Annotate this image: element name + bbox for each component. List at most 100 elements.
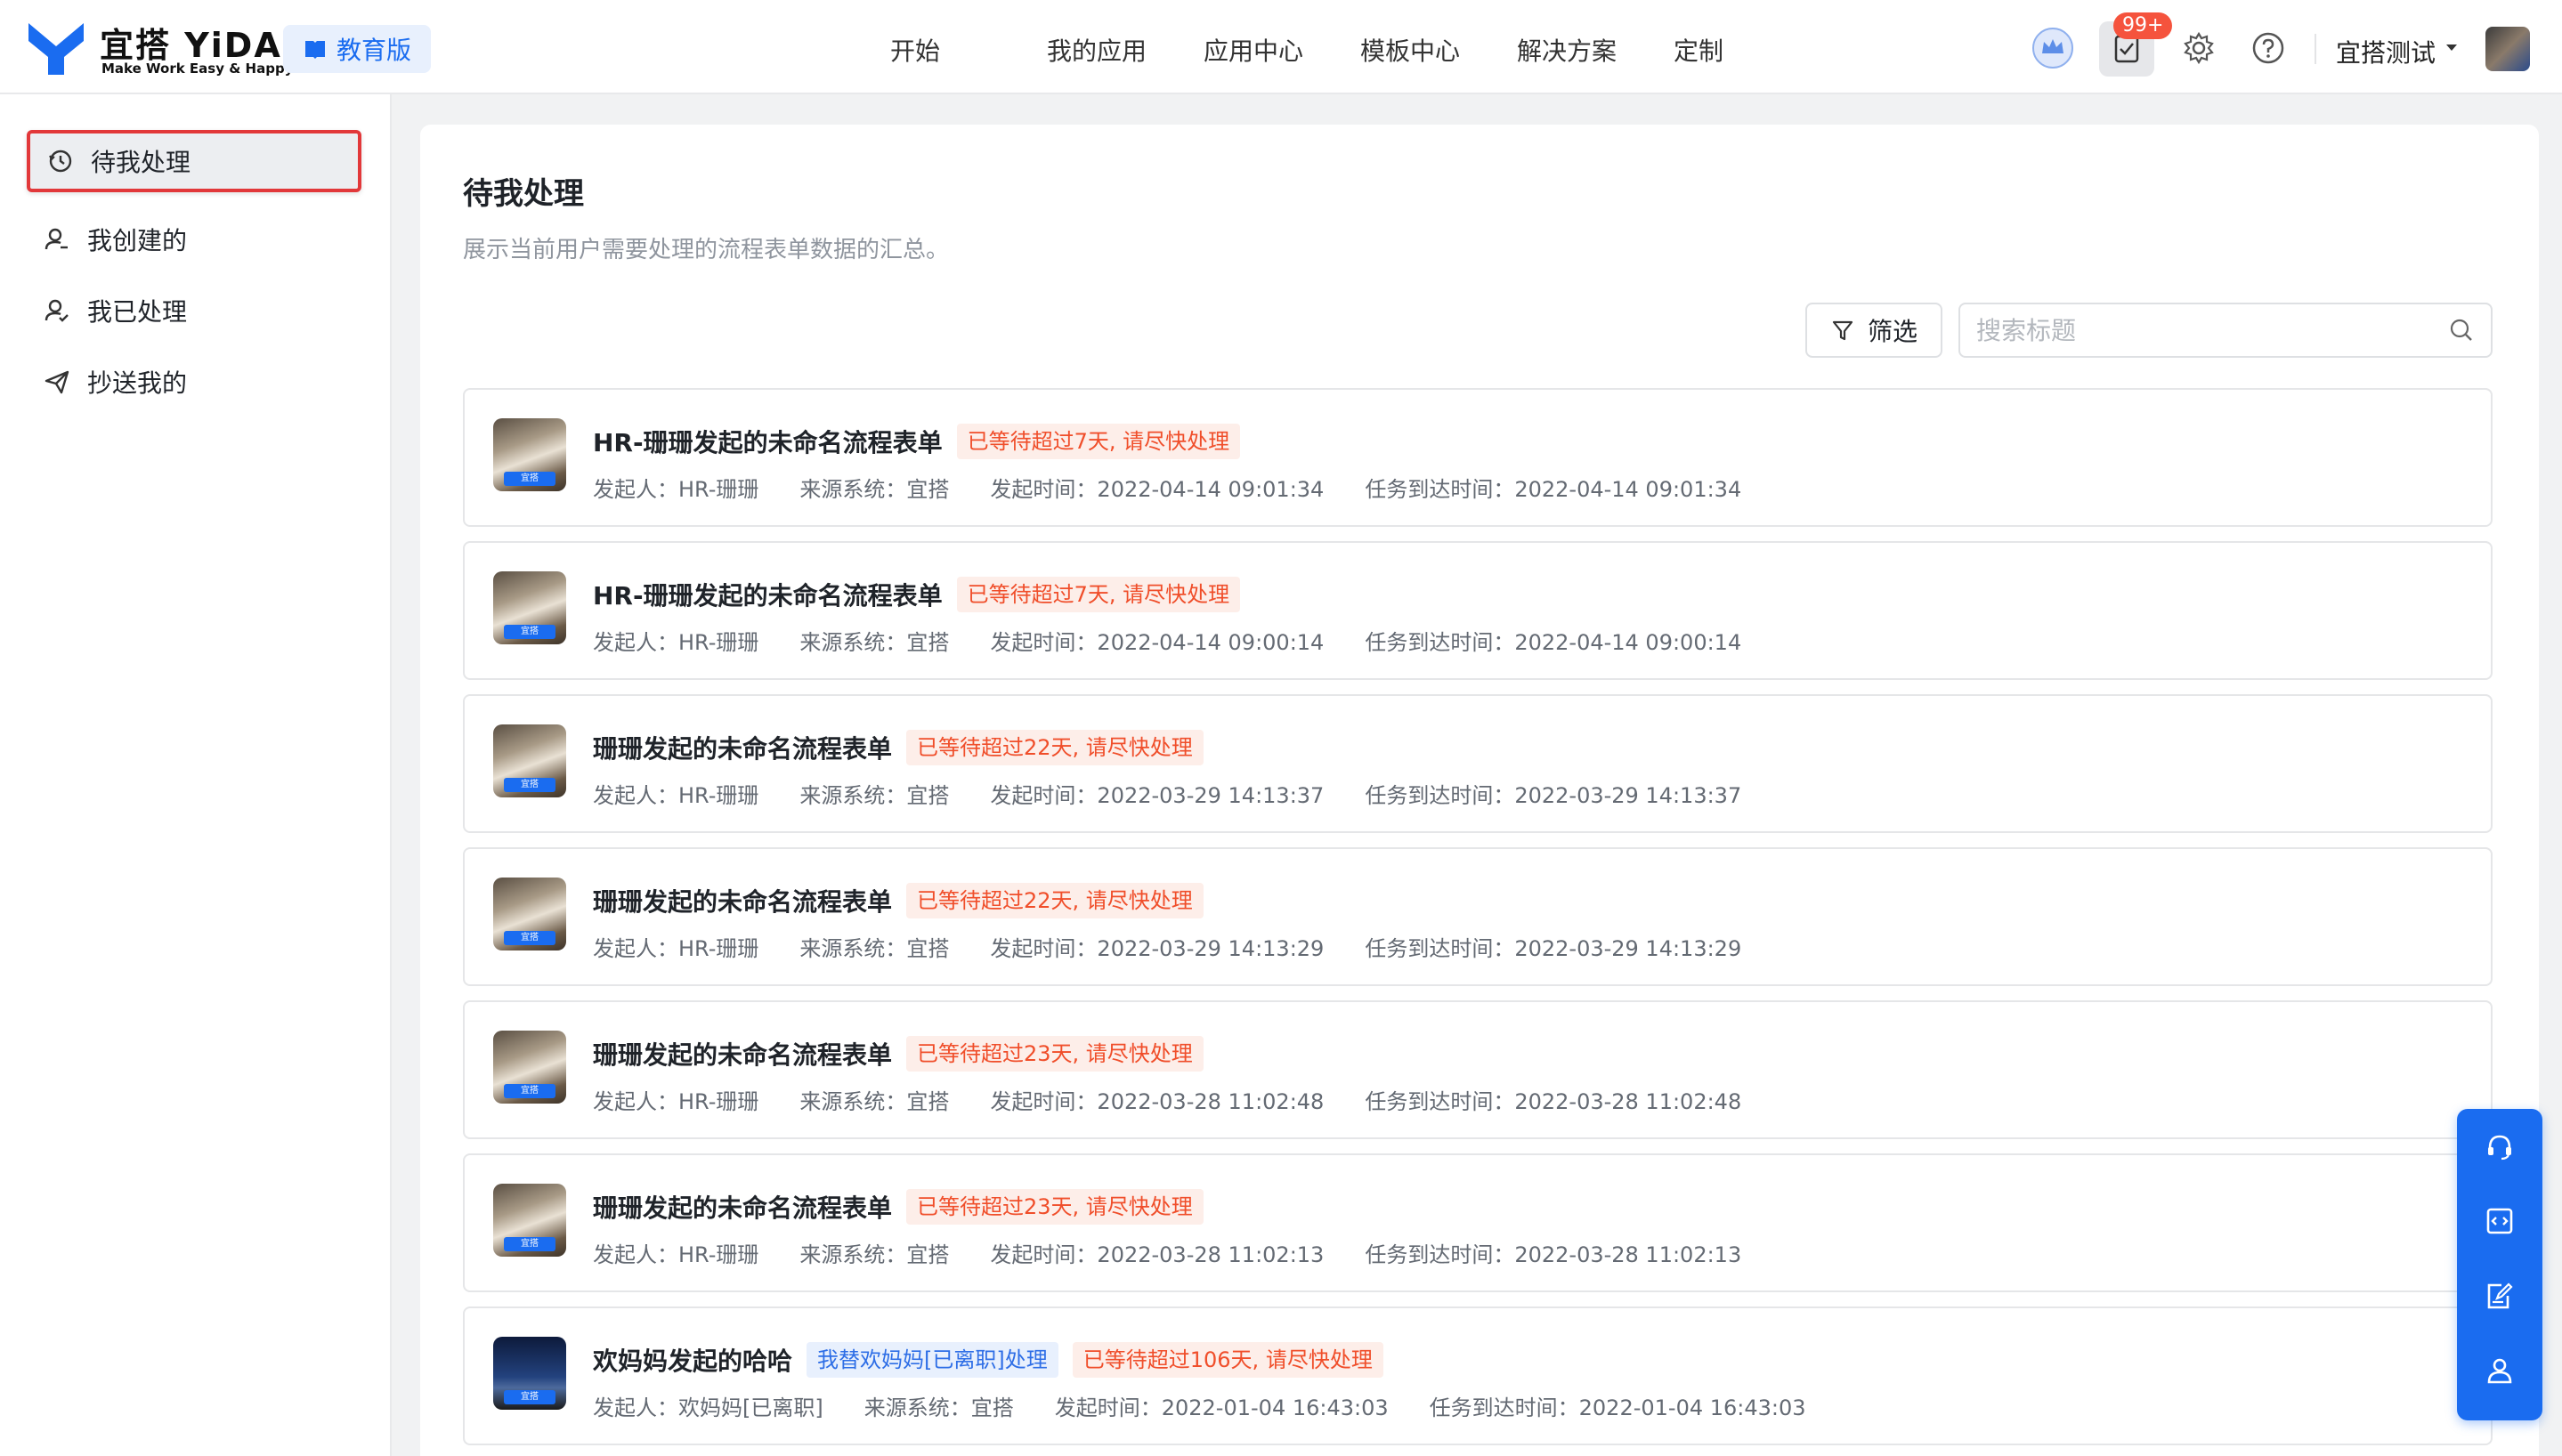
task-row[interactable]: 宜搭 珊珊发起的未命名流程表单 已等待超过22天, 请尽快处理 发起人：HR-珊… — [463, 847, 2493, 986]
task-start-time: 发起时间：2022-01-04 16:43:03 — [1054, 1395, 1389, 1420]
status-badge: 已等待超过23天, 请尽快处理 — [906, 1036, 1204, 1072]
task-row[interactable]: 宜搭 珊珊发起的未命名流程表单 已等待超过23天, 请尽快处理 发起人：HR-珊… — [463, 1153, 2493, 1292]
search-icon[interactable] — [2448, 317, 2475, 344]
task-row[interactable]: 宜搭 珊珊发起的未命名流程表单 已等待超过22天, 请尽快处理 发起人：HR-珊… — [463, 694, 2493, 833]
task-count-badge: 99+ — [2113, 12, 2173, 39]
nav-item-my-apps[interactable]: 我的应用 — [1047, 32, 1204, 68]
avatar: 宜搭 — [493, 1031, 566, 1104]
avatar: 宜搭 — [493, 418, 566, 491]
sidebar-item-cc[interactable]: 抄送我的 — [27, 351, 361, 413]
task-arrive-time: 任务到达时间：2022-03-28 11:02:48 — [1365, 1089, 1742, 1114]
task-initiator: 发起人：HR-珊珊 — [593, 477, 759, 502]
task-start-time: 发起时间：2022-03-28 11:02:48 — [990, 1089, 1325, 1114]
task-arrive-time: 任务到达时间：2022-04-14 09:01:34 — [1365, 477, 1742, 502]
divider — [2315, 34, 2316, 64]
task-row[interactable]: 宜搭 HR-珊珊发起的未命名流程表单 已等待超过7天, 请尽快处理 发起人：HR… — [463, 388, 2493, 527]
filter-button[interactable]: 筛选 — [1805, 303, 1942, 358]
avatar: 宜搭 — [493, 1337, 566, 1410]
sidebar-item-processed[interactable]: 我已处理 — [27, 279, 361, 342]
user-add-icon — [45, 228, 68, 250]
main-panel: 待我处理 展示当前用户需要处理的流程表单数据的汇总。 筛选 宜搭 HR-珊珊发起… — [420, 125, 2539, 1456]
task-title[interactable]: HR-珊珊发起的未命名流程表单 已等待超过7天, 请尽快处理 — [593, 424, 1241, 459]
code-icon[interactable] — [2478, 1200, 2521, 1242]
chevron-down-icon[interactable] — [2446, 44, 2457, 51]
nav-item-app-center[interactable]: 应用中心 — [1204, 32, 1360, 68]
task-meta: 发起人：HR-珊珊 来源系统：宜搭 发起时间：2022-03-29 14:13:37… — [593, 778, 1782, 809]
filter-label: 筛选 — [1867, 317, 1917, 346]
task-title[interactable]: 珊珊发起的未命名流程表单 已等待超过22天, 请尽快处理 — [593, 883, 1204, 918]
task-title-text: HR-珊珊发起的未命名流程表单 — [593, 581, 943, 611]
task-source: 来源系统：宜搭 — [863, 1395, 1014, 1420]
task-start-time: 发起时间：2022-03-29 14:13:29 — [990, 936, 1325, 961]
book-icon — [305, 41, 325, 59]
task-initiator: 发起人：HR-珊珊 — [593, 630, 759, 655]
task-source: 来源系统：宜搭 — [799, 936, 950, 961]
proxy-badge: 我替欢妈妈[已离职]处理 — [807, 1342, 1058, 1378]
status-badge: 已等待超过7天, 请尽快处理 — [956, 577, 1241, 612]
task-meta: 发起人：HR-珊珊 来源系统：宜搭 发起时间：2022-04-14 09:01:34… — [593, 472, 1782, 503]
sidebar-item-pending[interactable]: 待我处理 — [27, 130, 361, 192]
brand-slogan: Make Work Easy & Happy — [101, 61, 294, 77]
task-title-text: HR-珊珊发起的未命名流程表单 — [593, 428, 943, 457]
status-badge: 已等待超过22天, 请尽快处理 — [906, 730, 1204, 765]
task-arrive-time: 任务到达时间：2022-03-29 14:13:29 — [1365, 936, 1742, 961]
task-initiator: 发起人：HR-珊珊 — [593, 1242, 759, 1267]
task-initiator: 发起人：HR-珊珊 — [593, 936, 759, 961]
task-title[interactable]: 珊珊发起的未命名流程表单 已等待超过23天, 请尽快处理 — [593, 1036, 1204, 1072]
sidebar: 待我处理 我创建的 我已处理 抄送我的 — [0, 94, 392, 1456]
task-row[interactable]: 宜搭 欢妈妈发起的哈哈 我替欢妈妈[已离职]处理 已等待超过106天, 请尽快处… — [463, 1306, 2493, 1445]
gear-icon[interactable] — [2176, 25, 2222, 71]
task-arrive-time: 任务到达时间：2022-03-29 14:13:37 — [1365, 783, 1742, 808]
headset-icon[interactable] — [2478, 1125, 2521, 1168]
status-badge: 已等待超过22天, 请尽快处理 — [906, 883, 1204, 918]
task-arrive-time: 任务到达时间：2022-03-28 11:02:13 — [1365, 1242, 1742, 1267]
task-meta: 发起人：欢妈妈[已离职] 来源系统：宜搭 发起时间：2022-01-04 16:43… — [593, 1390, 1847, 1421]
sidebar-item-label: 我已处理 — [87, 297, 188, 327]
task-list: 宜搭 HR-珊珊发起的未命名流程表单 已等待超过7天, 请尽快处理 发起人：HR… — [463, 388, 2493, 1456]
task-title[interactable]: HR-珊珊发起的未命名流程表单 已等待超过7天, 请尽快处理 — [593, 577, 1241, 612]
avatar: 宜搭 — [493, 571, 566, 644]
nav-item-template-center[interactable]: 模板中心 — [1360, 32, 1517, 68]
task-source: 来源系统：宜搭 — [799, 630, 950, 655]
task-source: 来源系统：宜搭 — [799, 1242, 950, 1267]
nav-item-solutions[interactable]: 解决方案 — [1517, 32, 1674, 68]
task-start-time: 发起时间：2022-04-14 09:01:34 — [990, 477, 1325, 502]
task-row[interactable]: 宜搭 HR-珊珊发起的未命名流程表单 已等待超过7天, 请尽快处理 发起人：HR… — [463, 541, 2493, 680]
task-initiator: 发起人：欢妈妈[已离职] — [593, 1395, 823, 1420]
search-box — [1958, 303, 2493, 358]
task-title[interactable]: 珊珊发起的未命名流程表单 已等待超过22天, 请尽快处理 — [593, 730, 1204, 765]
task-start-time: 发起时间：2022-03-28 11:02:13 — [990, 1242, 1325, 1267]
task-source: 来源系统：宜搭 — [799, 1089, 950, 1114]
send-icon — [45, 370, 69, 394]
help-icon[interactable] — [2245, 25, 2291, 71]
task-title-text: 欢妈妈发起的哈哈 — [593, 1347, 793, 1376]
task-source: 来源系统：宜搭 — [799, 783, 950, 808]
sidebar-item-label: 待我处理 — [91, 148, 191, 177]
contacts-icon[interactable] — [2478, 1349, 2521, 1392]
search-input[interactable] — [1960, 304, 2423, 356]
avatar: 宜搭 — [493, 724, 566, 797]
edition-label: 教育版 — [336, 36, 412, 65]
main-nav: 开始 我的应用 应用中心 模板中心 解决方案 定制 — [890, 32, 1830, 68]
page-description: 展示当前用户需要处理的流程表单数据的汇总。 — [463, 237, 950, 263]
yida-logo-icon[interactable] — [27, 20, 85, 77]
edit-note-icon[interactable] — [2478, 1274, 2521, 1317]
task-source: 来源系统：宜搭 — [799, 477, 950, 502]
user-name[interactable]: 宜搭测试 — [2336, 34, 2436, 69]
avatar: 宜搭 — [493, 878, 566, 950]
task-title[interactable]: 珊珊发起的未命名流程表单 已等待超过23天, 请尽快处理 — [593, 1189, 1204, 1225]
crown-icon[interactable] — [2030, 25, 2076, 71]
task-title[interactable]: 欢妈妈发起的哈哈 我替欢妈妈[已离职]处理 已等待超过106天, 请尽快处理 — [593, 1342, 1383, 1378]
edition-badge[interactable]: 教育版 — [283, 25, 432, 73]
task-initiator: 发起人：HR-珊珊 — [593, 783, 759, 808]
avatar[interactable] — [2485, 27, 2530, 71]
task-title-text: 珊珊发起的未命名流程表单 — [593, 1193, 893, 1223]
nav-item-start[interactable]: 开始 — [890, 32, 1047, 68]
task-row[interactable]: 宜搭 珊珊发起的未命名流程表单 已等待超过23天, 请尽快处理 发起人：HR-珊… — [463, 1000, 2493, 1139]
user-check-icon — [45, 299, 69, 322]
nav-item-custom[interactable]: 定制 — [1674, 32, 1830, 68]
avatar: 宜搭 — [493, 1184, 566, 1257]
brand-name: 宜搭 YiDA — [100, 26, 282, 65]
task-title-text: 珊珊发起的未命名流程表单 — [593, 887, 893, 917]
sidebar-item-created[interactable]: 我创建的 — [27, 208, 361, 271]
